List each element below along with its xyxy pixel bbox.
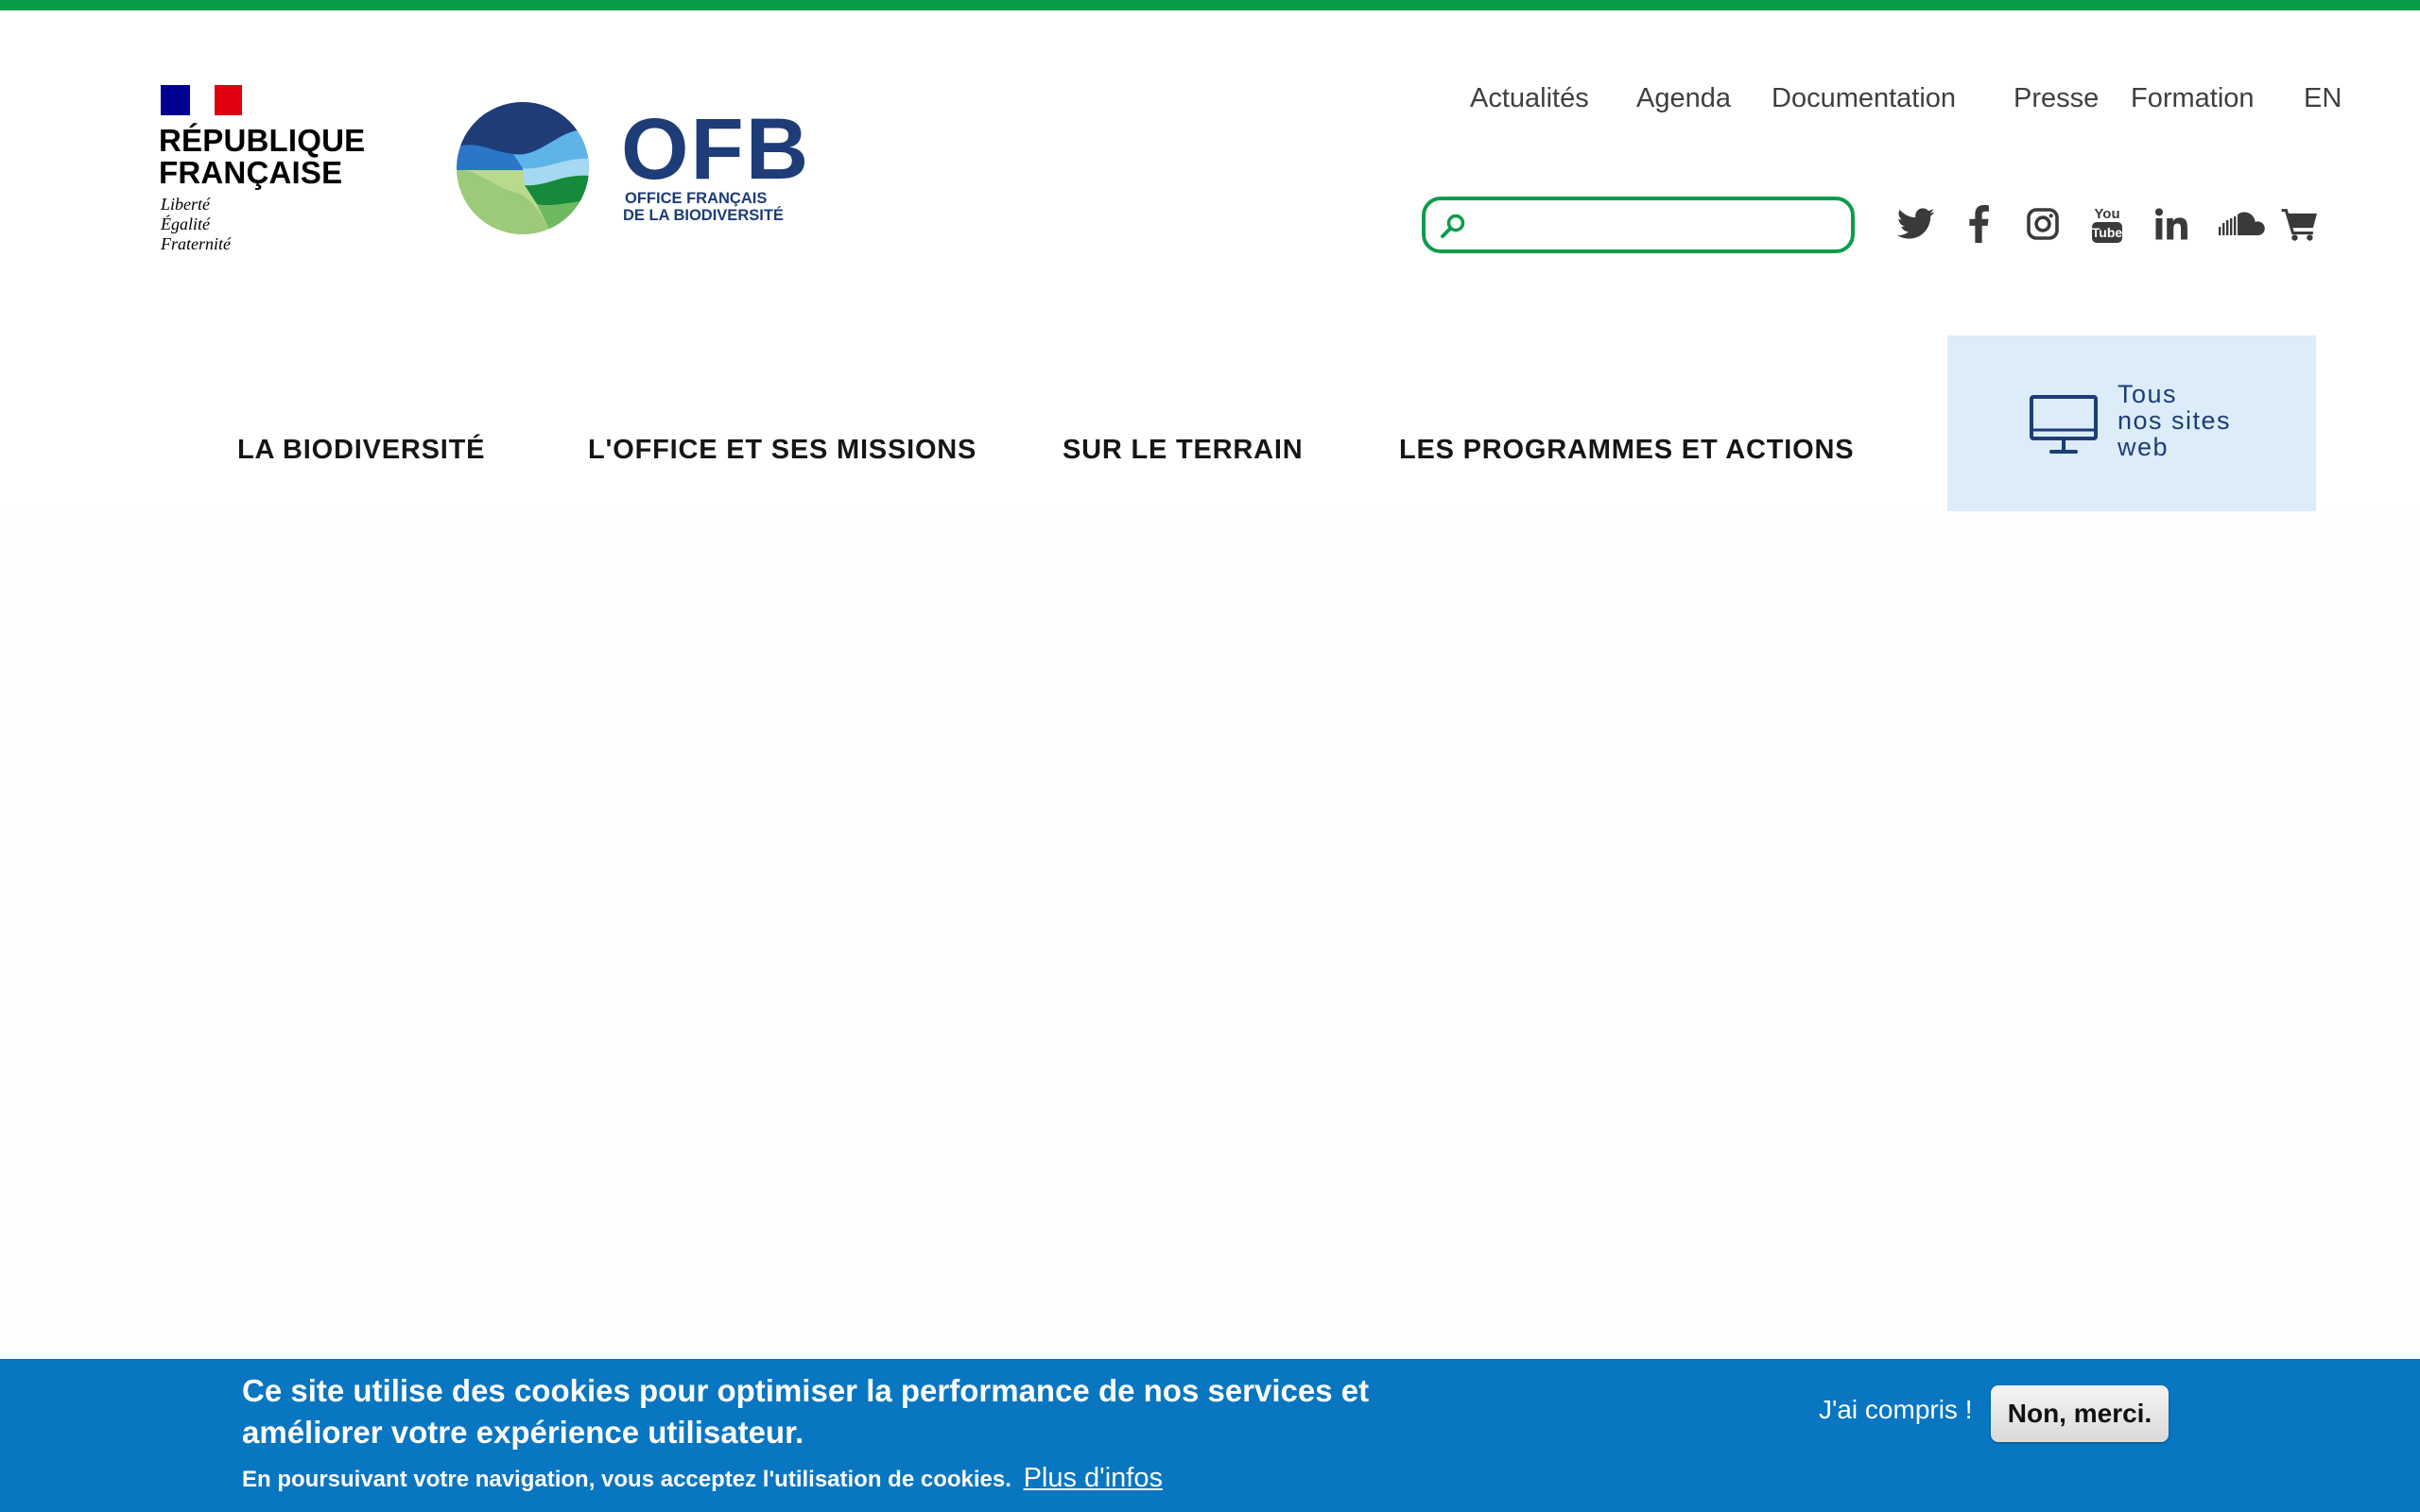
cart-icon[interactable] xyxy=(2278,202,2322,246)
all-sites-button[interactable]: Tous nos sites web xyxy=(1947,335,2316,511)
link-english[interactable]: EN xyxy=(2304,83,2342,114)
search-input[interactable] xyxy=(1477,208,1836,244)
nav-programmes-actions[interactable]: LES PROGRAMMES ET ACTIONS xyxy=(1399,435,1854,466)
search-box[interactable] xyxy=(1422,197,1855,253)
link-presse[interactable]: Presse xyxy=(2014,83,2099,114)
ofb-wordmark: OFB xyxy=(621,101,811,198)
linkedin-icon[interactable] xyxy=(2150,202,2193,246)
soundcloud-icon[interactable] xyxy=(2216,202,2271,246)
cookie-more-info-link[interactable]: Plus d'infos xyxy=(1024,1463,1163,1493)
monitor-icon xyxy=(2030,395,2098,454)
hero-area xyxy=(0,511,2420,1359)
cookie-banner-subtitle: En poursuivant votre navigation, vous ac… xyxy=(242,1463,1163,1493)
ofb-logo[interactable]: OFB OFFICE FRANÇAIS DE LA BIODIVERSITÉ xyxy=(457,102,816,234)
nav-sur-le-terrain[interactable]: SUR LE TERRAIN xyxy=(1063,435,1304,466)
top-accent-bar xyxy=(0,0,2420,10)
ofb-emblem-icon xyxy=(457,102,589,234)
marianne-flag-icon xyxy=(161,85,242,115)
instagram-icon[interactable] xyxy=(2021,202,2065,246)
ofb-fullname: OFFICE FRANÇAIS DE LA BIODIVERSITÉ xyxy=(623,190,784,224)
all-sites-label: Tous nos sites web xyxy=(2118,380,2232,461)
link-formation[interactable]: Formation xyxy=(2131,83,2255,114)
cookie-banner: Ce site utilise des cookies pour optimis… xyxy=(0,1359,2420,1512)
utility-nav: Actualités Agenda Documentation Presse F… xyxy=(1456,83,2344,125)
cookie-decline-button[interactable]: Non, merci. xyxy=(1991,1385,2169,1442)
cookie-banner-title: Ce site utilise des cookies pour optimis… xyxy=(242,1373,1370,1450)
svg-text:You: You xyxy=(2094,206,2119,222)
twitter-icon[interactable] xyxy=(1894,202,1938,246)
link-actualites[interactable]: Actualités xyxy=(1470,83,1589,114)
facebook-icon[interactable] xyxy=(1957,202,2000,246)
nav-office-missions[interactable]: L'OFFICE ET SES MISSIONS xyxy=(588,435,977,466)
svg-text:Tube: Tube xyxy=(2092,225,2123,240)
republique-francaise-logo[interactable]: RÉPUBLIQUE FRANÇAISE Liberté Égalité Fra… xyxy=(159,83,367,258)
republique-motto: Liberté Égalité Fraternité xyxy=(161,195,231,253)
youtube-icon[interactable]: You Tube xyxy=(2085,202,2129,246)
republique-name: RÉPUBLIQUE FRANÇAISE xyxy=(159,123,366,190)
nav-la-biodiversite[interactable]: LA BIODIVERSITÉ xyxy=(237,435,485,466)
cookie-accept-button[interactable]: J'ai compris ! xyxy=(1819,1395,1973,1425)
link-documentation[interactable]: Documentation xyxy=(1772,83,1956,114)
search-icon[interactable] xyxy=(1439,212,1467,240)
link-agenda[interactable]: Agenda xyxy=(1636,83,1731,114)
